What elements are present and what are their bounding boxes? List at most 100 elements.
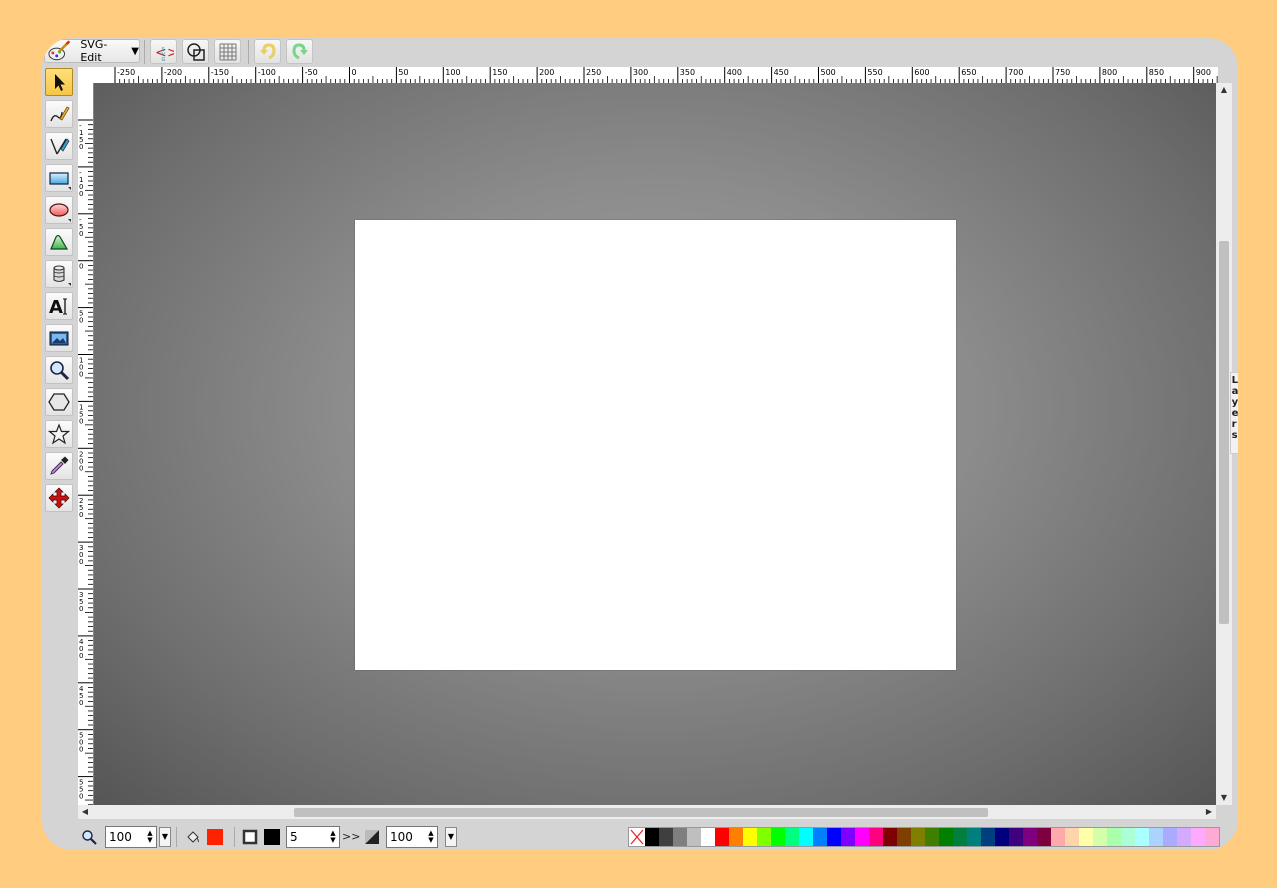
palette-color-swatch[interactable]	[827, 828, 841, 846]
palette-color-swatch[interactable]	[841, 828, 855, 846]
palette-color-swatch[interactable]	[855, 828, 869, 846]
layers-tab-letter: y	[1231, 397, 1238, 408]
select-tool[interactable]	[45, 68, 73, 96]
palette-color-swatch[interactable]	[1093, 828, 1107, 846]
ellipse-tool[interactable]	[45, 196, 73, 224]
opacity-input[interactable]: 100 ▲ ▼	[386, 826, 438, 848]
palette-color-swatch[interactable]	[1065, 828, 1079, 846]
pencil-tool[interactable]	[45, 100, 73, 128]
eyedropper-tool[interactable]	[45, 452, 73, 480]
palette-color-swatch[interactable]	[757, 828, 771, 846]
ruler-label: -250	[117, 68, 135, 77]
image-tool[interactable]	[45, 324, 73, 352]
palette-color-swatch[interactable]	[645, 828, 659, 846]
palette-color-swatch[interactable]	[953, 828, 967, 846]
palette-color-swatch[interactable]	[981, 828, 995, 846]
ruler-label: 850	[1149, 68, 1164, 77]
polygon-tool[interactable]	[45, 388, 73, 416]
palette-color-swatch[interactable]	[715, 828, 729, 846]
layers-tab-letter: s	[1231, 430, 1238, 441]
palette-color-swatch[interactable]	[1023, 828, 1037, 846]
zoom-tool[interactable]	[45, 356, 73, 384]
scroll-down-arrow-icon[interactable]: ▼	[1216, 791, 1232, 805]
eyedropper-icon	[50, 456, 69, 475]
scroll-right-arrow-icon[interactable]: ▶	[1202, 805, 1216, 819]
palette-color-swatch[interactable]	[1037, 828, 1051, 846]
ruler-label: 0	[79, 652, 83, 660]
main-menu-button[interactable]: SVG-Edit ▼	[44, 38, 140, 64]
grid-icon	[219, 43, 236, 60]
text-tool[interactable]: A	[45, 292, 73, 320]
palette-color-swatch[interactable]	[785, 828, 799, 846]
shape-library-tool[interactable]	[45, 228, 73, 256]
zoom-dropdown-button[interactable]: ▼	[159, 827, 171, 847]
palette-color-swatch[interactable]	[1205, 828, 1219, 846]
palette-color-swatch[interactable]	[701, 828, 715, 846]
stroke-color-swatch[interactable]	[264, 829, 280, 845]
zoom-input[interactable]: 100 ▲ ▼	[105, 826, 157, 848]
svg-text:G: G	[161, 57, 165, 62]
palette-color-swatch[interactable]	[743, 828, 757, 846]
palette-color-swatch[interactable]	[1135, 828, 1149, 846]
palette-color-swatch[interactable]	[869, 828, 883, 846]
palette-color-swatch[interactable]	[1009, 828, 1023, 846]
spinner-arrows-icon[interactable]: ▲ ▼	[425, 830, 437, 844]
palette-color-swatch[interactable]	[1051, 828, 1065, 846]
palette-color-swatch[interactable]	[939, 828, 953, 846]
svg-canvas-page[interactable]	[355, 220, 956, 670]
more-stroke-options-button[interactable]: >>	[342, 830, 360, 843]
palette-color-swatch[interactable]	[967, 828, 981, 846]
pointer-arrow-icon	[55, 74, 65, 91]
grid-button[interactable]	[214, 39, 241, 64]
zoom-icon	[82, 830, 97, 845]
opacity-dropdown-button[interactable]: ▼	[445, 827, 457, 847]
layers-panel-tab[interactable]: Layers	[1230, 372, 1238, 454]
flyout-indicator-icon	[68, 219, 71, 222]
no-color-icon[interactable]	[629, 828, 645, 846]
palette-color-swatch[interactable]	[995, 828, 1009, 846]
palette-color-swatch[interactable]	[897, 828, 911, 846]
palette-color-swatch[interactable]	[687, 828, 701, 846]
wireframe-button[interactable]	[182, 39, 209, 64]
palette-color-swatch[interactable]	[911, 828, 925, 846]
palette-color-swatch[interactable]	[1107, 828, 1121, 846]
database-tool[interactable]	[45, 260, 73, 288]
spinner-arrows-icon[interactable]: ▲ ▼	[327, 830, 339, 844]
rectangle-tool[interactable]	[45, 164, 73, 192]
redo-button[interactable]	[286, 39, 313, 64]
canvas-workarea[interactable]	[94, 83, 1216, 805]
palette-color-swatch[interactable]	[799, 828, 813, 846]
palette-color-swatch[interactable]	[1163, 828, 1177, 846]
spinner-arrows-icon[interactable]: ▲ ▼	[144, 830, 156, 844]
toolbar-separator	[234, 827, 235, 847]
palette-color-swatch[interactable]	[673, 828, 687, 846]
palette-color-swatch[interactable]	[659, 828, 673, 846]
palette-color-swatch[interactable]	[925, 828, 939, 846]
palette-color-swatch[interactable]	[1177, 828, 1191, 846]
palette-color-swatch[interactable]	[1079, 828, 1093, 846]
palette-color-swatch[interactable]	[883, 828, 897, 846]
scroll-up-arrow-icon[interactable]: ▲	[1216, 83, 1232, 97]
path-tool[interactable]	[45, 132, 73, 160]
palette-color-swatch[interactable]	[729, 828, 743, 846]
ruler-label: 650	[961, 68, 976, 77]
palette-color-swatch[interactable]	[1191, 828, 1205, 846]
palette-color-swatch[interactable]	[771, 828, 785, 846]
toolbar-separator	[248, 40, 249, 64]
stroke-width-input[interactable]: 5 ▲ ▼	[286, 826, 340, 848]
vertical-scroll-thumb[interactable]	[1219, 241, 1229, 624]
fill-color-swatch[interactable]	[207, 829, 223, 845]
palette-color-swatch[interactable]	[1149, 828, 1163, 846]
source-editor-button[interactable]: < > S V G	[150, 39, 177, 64]
undo-button[interactable]	[254, 39, 281, 64]
scroll-left-arrow-icon[interactable]: ◀	[78, 805, 92, 819]
ruler-label: 0	[352, 68, 357, 77]
horizontal-scrollbar[interactable]: ◀ ▶	[78, 805, 1216, 819]
ruler-label: 350	[680, 68, 695, 77]
star-tool[interactable]	[45, 420, 73, 448]
panning-tool[interactable]	[45, 484, 73, 512]
palette-color-swatch[interactable]	[813, 828, 827, 846]
ruler-label: 0	[79, 317, 83, 325]
horizontal-scroll-thumb[interactable]	[294, 808, 988, 817]
palette-color-swatch[interactable]	[1121, 828, 1135, 846]
